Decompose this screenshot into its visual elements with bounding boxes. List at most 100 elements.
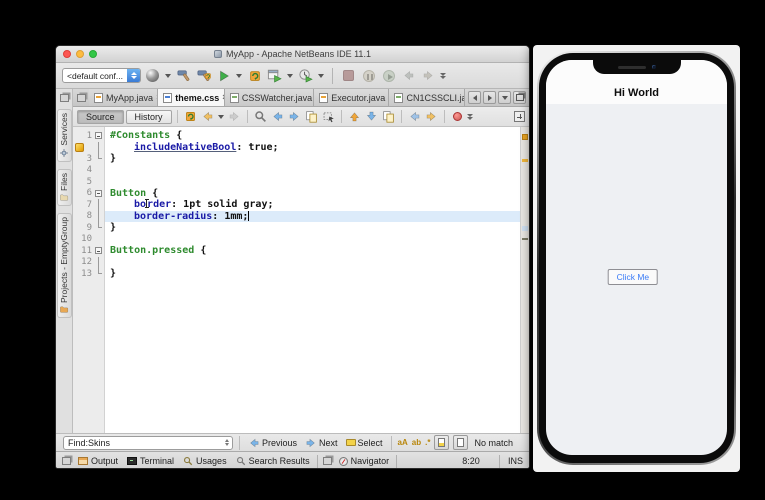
wrap-search-toggle[interactable] <box>453 435 469 450</box>
error-stripe[interactable] <box>520 127 529 433</box>
move-up-button[interactable] <box>347 109 362 124</box>
search-results-label: Search Results <box>248 456 310 466</box>
tab-csswatcher-java[interactable]: CSSWatcher.java × <box>224 89 315 106</box>
history-view-button[interactable]: History <box>125 109 172 124</box>
code-line-12[interactable] <box>105 257 520 269</box>
fold-collapse-icon[interactable] <box>95 247 102 254</box>
code-line-3[interactable]: } <box>105 153 520 165</box>
code-line-8-current[interactable]: border-radius: 1mm; <box>105 210 520 222</box>
build-project-button[interactable] <box>175 67 192 84</box>
maximize-editor-button[interactable] <box>513 91 526 104</box>
match-case-toggle[interactable]: aA <box>398 438 408 447</box>
code-line-2[interactable]: includeNativeBool: true; <box>105 142 520 154</box>
output-window-button[interactable]: Output <box>76 456 120 466</box>
profile-project-button[interactable] <box>297 67 314 84</box>
code-line-11[interactable]: Button.pressed { <box>105 245 520 257</box>
code-line-5[interactable] <box>105 176 520 188</box>
code-line-13[interactable]: } <box>105 268 520 280</box>
code-line-1[interactable]: #Constants { <box>105 130 520 142</box>
dock-windows-icon[interactable] <box>62 457 71 465</box>
select-in-projects-button[interactable] <box>321 109 336 124</box>
find-selection-button[interactable] <box>253 109 268 124</box>
previous-occurrence-button[interactable] <box>270 109 285 124</box>
code-line-10[interactable] <box>105 234 520 246</box>
configuration-stepper[interactable] <box>127 69 140 82</box>
start-macro-recording-button[interactable] <box>450 109 465 124</box>
highlight-results-toggle[interactable] <box>434 435 450 450</box>
split-editor-button[interactable] <box>514 111 525 122</box>
highlight-results-icon <box>438 438 446 447</box>
tab-theme-css[interactable]: theme.css × <box>158 89 225 106</box>
run-project-button[interactable] <box>215 67 232 84</box>
scroll-tabs-right-button[interactable] <box>483 91 496 104</box>
source-view-button[interactable]: Source <box>77 109 124 124</box>
chevron-down-icon[interactable] <box>165 73 171 78</box>
fold-line <box>98 199 99 211</box>
dock-windows-icon[interactable] <box>322 457 332 465</box>
java-file-icon <box>319 92 329 103</box>
back-button[interactable] <box>200 109 215 124</box>
find-history-stepper[interactable] <box>222 439 232 446</box>
find-select-button[interactable]: Select <box>344 438 385 448</box>
terminal-window-button[interactable]: Terminal <box>125 456 176 466</box>
code-line-9[interactable]: } <box>105 222 520 234</box>
tab-bar-dock-button[interactable] <box>73 89 89 106</box>
tab-executor-java[interactable]: Executor.java × <box>314 89 390 106</box>
editor-content-column: MyApp.java × theme.css × CSSWatcher.java… <box>73 89 529 433</box>
search-results-window-button[interactable]: Search Results <box>234 456 312 466</box>
toggle-highlight-button[interactable] <box>304 109 319 124</box>
sidebar-item-projects[interactable]: Projects - EmptyGroup <box>56 212 72 318</box>
next-occurrence-button[interactable] <box>287 109 302 124</box>
find-previous-button[interactable]: Previous <box>246 437 299 449</box>
toolbar-overflow-button[interactable] <box>440 72 446 79</box>
fold-line <box>98 210 99 222</box>
step-back-icon <box>405 71 413 79</box>
warning-badge-icon[interactable] <box>75 142 84 152</box>
editor-gutter[interactable]: 1 3 4 5 6 7 8 9 10 11 12 13 <box>73 127 105 433</box>
configuration-select[interactable]: <default conf... <box>62 68 141 83</box>
sidebar-item-services[interactable]: Services <box>56 109 72 162</box>
netbeans-app-icon <box>214 50 223 58</box>
clean-build-button[interactable] <box>195 67 212 84</box>
find-next-button[interactable]: Next <box>303 437 340 449</box>
tab-myapp-java[interactable]: MyApp.java × <box>89 89 159 106</box>
click-me-button[interactable]: Click Me <box>607 269 659 285</box>
chevron-down-icon[interactable] <box>217 114 224 119</box>
shift-right-button[interactable] <box>424 109 439 124</box>
whole-words-toggle[interactable]: ab <box>412 438 421 447</box>
last-edit-button[interactable] <box>183 109 198 124</box>
rerun-button[interactable] <box>246 67 263 84</box>
continue-icon <box>382 69 395 82</box>
error-stripe-warning-mark[interactable] <box>522 159 528 162</box>
dock-windows-icon[interactable] <box>59 94 69 102</box>
editor-toolbar-overflow-button[interactable] <box>466 113 473 120</box>
usages-window-button[interactable]: Usages <box>181 456 229 466</box>
fold-collapse-icon[interactable] <box>95 132 102 139</box>
tab-list-dropdown-button[interactable] <box>498 91 511 104</box>
code-line-7[interactable]: border: 1pt solid gray; <box>105 199 520 211</box>
tab-cn1csscli-java[interactable]: CN1CSSCLI.ja. <box>389 89 465 106</box>
sidebar-item-files[interactable]: Files <box>56 168 72 206</box>
code-editor[interactable]: 1 3 4 5 6 7 8 9 10 11 12 13 #Constants {… <box>73 127 529 433</box>
move-down-button[interactable] <box>364 109 379 124</box>
shift-left-button[interactable] <box>407 109 422 124</box>
caret-position: 8:20 <box>462 456 480 466</box>
code-line-4[interactable] <box>105 165 520 177</box>
chevron-down-icon[interactable] <box>318 73 324 78</box>
find-input[interactable]: Find:Skins <box>63 435 233 450</box>
shift-left-icon <box>410 112 418 120</box>
iphone-screen[interactable]: Hi World Click Me <box>546 60 727 455</box>
navigator-window-button[interactable]: Navigator <box>337 456 392 466</box>
code-text-area[interactable]: #Constants { includeNativeBool: true; } … <box>105 127 520 433</box>
window-title: MyApp - Apache NetBeans IDE 11.1 <box>56 49 529 59</box>
debug-project-button[interactable] <box>266 67 283 84</box>
error-stripe-warning-mark[interactable] <box>522 134 528 140</box>
chevron-down-icon[interactable] <box>287 73 293 78</box>
duplicate-lines-button[interactable] <box>381 109 396 124</box>
regex-toggle[interactable]: .* <box>425 438 430 447</box>
scroll-tabs-left-button[interactable] <box>468 91 481 104</box>
fold-collapse-icon[interactable] <box>95 189 102 197</box>
code-line-6[interactable]: Button { <box>105 188 520 200</box>
connect-debugger-button[interactable] <box>144 67 161 84</box>
chevron-down-icon[interactable] <box>236 73 242 78</box>
